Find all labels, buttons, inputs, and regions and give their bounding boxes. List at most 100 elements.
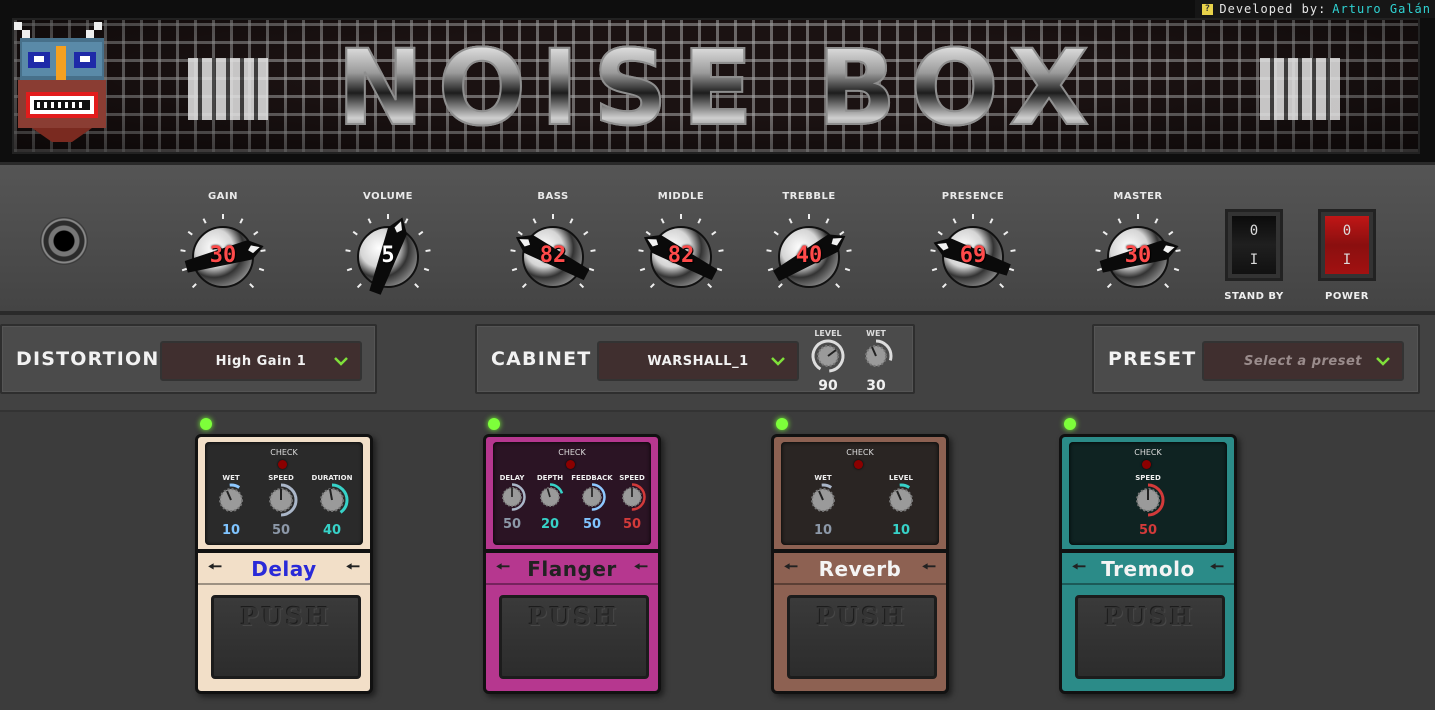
knob-presence[interactable]: PRESENCE 69 [923, 191, 1023, 307]
knob-dial-icon[interactable] [314, 482, 350, 518]
cabinet-wet-dial-icon[interactable] [858, 338, 894, 374]
delay-check-label: CHECK [270, 448, 298, 457]
reverb-pedal: CHECK WET 10 LEVEL 10 🠔 Reverb 🠔 PUSH [771, 434, 949, 694]
knob-volume-value: 5 [381, 243, 395, 268]
help-icon[interactable]: ? [1202, 3, 1214, 15]
flanger-depth-label: DEPTH [536, 474, 564, 482]
cabinet-panel: CABINET WARSHALL_1 LEVEL 90 WET 30 [475, 324, 915, 394]
arrow-left-icon: 🠔 [208, 556, 223, 576]
knob-dial-icon[interactable] [535, 482, 565, 512]
knob-bass-dial[interactable]: 82 [503, 207, 603, 307]
tremolo-push-label: PUSH [1104, 602, 1196, 631]
standby-on-mark: I [1249, 251, 1259, 268]
knob-presence-value: 69 [959, 243, 987, 268]
cabinet-title: CABINET [491, 348, 592, 370]
knob-volume-label: VOLUME [363, 191, 413, 202]
arrow-left-icon: 🠔 [1072, 556, 1087, 576]
delay-duration-label: DURATION [311, 474, 353, 482]
delay-pedal: CHECK WET 10 SPEED 50 DURATION 40 🠔 Dela… [195, 434, 373, 694]
knob-dial-icon[interactable] [805, 482, 841, 518]
flanger-push-button[interactable]: PUSH [499, 595, 649, 679]
selector-bar: DISTORTION High Gain 1 CABINET WARSHALL_… [0, 315, 1435, 410]
knob-dial-icon[interactable] [577, 482, 607, 512]
delay-push-button[interactable]: PUSH [211, 595, 361, 679]
flanger-delay-knob[interactable]: DELAY 50 [495, 474, 529, 532]
knob-dial-icon[interactable] [883, 482, 919, 518]
flanger-push-label: PUSH [528, 602, 620, 631]
chevron-down-icon [334, 357, 348, 366]
reverb-name-row: 🠔 Reverb 🠔 [774, 555, 946, 585]
reverb-push-label: PUSH [816, 602, 908, 631]
knob-dial-icon[interactable] [1130, 482, 1166, 518]
knob-treble[interactable]: TREBBLE 40 [759, 191, 859, 307]
flanger-check-label: CHECK [558, 448, 586, 457]
cabinet-level-knob[interactable]: LEVEL 90 [803, 329, 853, 394]
cabinet-selected: WARSHALL_1 [647, 353, 749, 369]
flanger-feedback-knob[interactable]: FEEDBACK 50 [571, 474, 613, 532]
cabinet-level-dial-icon[interactable] [810, 338, 846, 374]
delay-duration-knob[interactable]: DURATION 40 [311, 474, 353, 538]
tremolo-push-button[interactable]: PUSH [1075, 595, 1225, 679]
knob-dial-icon[interactable] [617, 482, 647, 512]
knob-presence-dial[interactable]: 69 [923, 207, 1023, 307]
tremolo-name: Tremolo [1101, 557, 1195, 581]
delay-wet-label: WET [222, 474, 240, 482]
reverb-level-value: 10 [891, 523, 911, 538]
knob-dial-icon[interactable] [263, 482, 299, 518]
knob-bass[interactable]: BASS 82 [503, 191, 603, 307]
power-switch[interactable]: 0 I POWER [1312, 209, 1382, 302]
knob-dial-icon[interactable] [213, 482, 249, 518]
reverb-divider [774, 549, 946, 553]
knob-middle-dial[interactable]: 82 [631, 207, 731, 307]
knob-master[interactable]: MASTER 30 [1088, 191, 1188, 307]
reverb-level-knob[interactable]: LEVEL 10 [883, 474, 919, 538]
flanger-depth-knob[interactable]: DEPTH 20 [533, 474, 567, 532]
pedal-board: CHECK WET 10 SPEED 50 DURATION 40 🠔 Dela… [0, 410, 1435, 710]
tremolo-control-panel: CHECK SPEED 50 [1069, 442, 1227, 545]
standby-toggle[interactable]: 0 I [1225, 209, 1283, 281]
knob-volume-dial[interactable]: 5 [338, 207, 438, 307]
knob-volume[interactable]: VOLUME 5 [338, 191, 438, 307]
tremolo-pedal: CHECK SPEED 50 🠔 Tremolo 🠔 PUSH [1059, 434, 1237, 694]
knob-treble-label: TREBBLE [782, 191, 836, 202]
flanger-speed-knob[interactable]: SPEED 50 [615, 474, 649, 532]
cabinet-wet-value: 30 [866, 378, 886, 394]
arrow-left-icon: 🠔 [784, 556, 799, 576]
preset-select[interactable]: Select a preset [1202, 341, 1404, 381]
delay-duration-value: 40 [322, 523, 342, 538]
power-toggle[interactable]: 0 I [1318, 209, 1376, 281]
arrow-left-icon: 🠔 [345, 556, 360, 576]
delay-push-label: PUSH [240, 602, 332, 631]
delay-speed-knob[interactable]: SPEED 50 [263, 474, 299, 538]
tremolo-speed-knob[interactable]: SPEED 50 [1130, 474, 1166, 538]
tremolo-divider [1062, 549, 1234, 553]
knob-treble-dial[interactable]: 40 [759, 207, 859, 307]
delay-check-led-icon [278, 460, 287, 469]
knob-master-dial[interactable]: 30 [1088, 207, 1188, 307]
flanger-control-panel: CHECK DELAY 50 DEPTH 20 FEEDBACK 50 SPEE… [493, 442, 651, 545]
credit-prefix: Developed by: [1219, 2, 1327, 16]
distortion-panel: DISTORTION High Gain 1 [0, 324, 377, 394]
knob-bass-label: BASS [537, 191, 569, 202]
arrow-left-icon: 🠔 [496, 556, 511, 576]
distortion-select[interactable]: High Gain 1 [160, 341, 362, 381]
reverb-wet-knob[interactable]: WET 10 [805, 474, 841, 538]
knob-master-label: MASTER [1113, 191, 1163, 202]
arrow-left-icon: 🠔 [633, 556, 648, 576]
amp-panel: GAIN 30 VOLUME 5 BASS 82 MIDDLE 82 TREBB… [0, 162, 1435, 315]
knob-gain-dial[interactable]: 30 [173, 207, 273, 307]
cabinet-wet-knob[interactable]: WET 30 [851, 329, 901, 394]
knob-dial-icon[interactable] [497, 482, 527, 512]
cabinet-select[interactable]: WARSHALL_1 [597, 341, 799, 381]
credit-author-link[interactable]: Arturo Galán [1332, 2, 1431, 16]
knob-middle-label: MIDDLE [657, 191, 705, 202]
flanger-delay-label: DELAY [499, 474, 525, 482]
chevron-down-icon [771, 357, 785, 366]
knob-gain[interactable]: GAIN 30 [173, 191, 273, 307]
standby-off-mark: 0 [1249, 222, 1259, 239]
delay-wet-knob[interactable]: WET 10 [213, 474, 249, 538]
knob-middle[interactable]: MIDDLE 82 [631, 191, 731, 307]
standby-switch[interactable]: 0 I STAND BY [1219, 209, 1289, 302]
reverb-push-button[interactable]: PUSH [787, 595, 937, 679]
flanger-depth-value: 20 [540, 517, 560, 532]
